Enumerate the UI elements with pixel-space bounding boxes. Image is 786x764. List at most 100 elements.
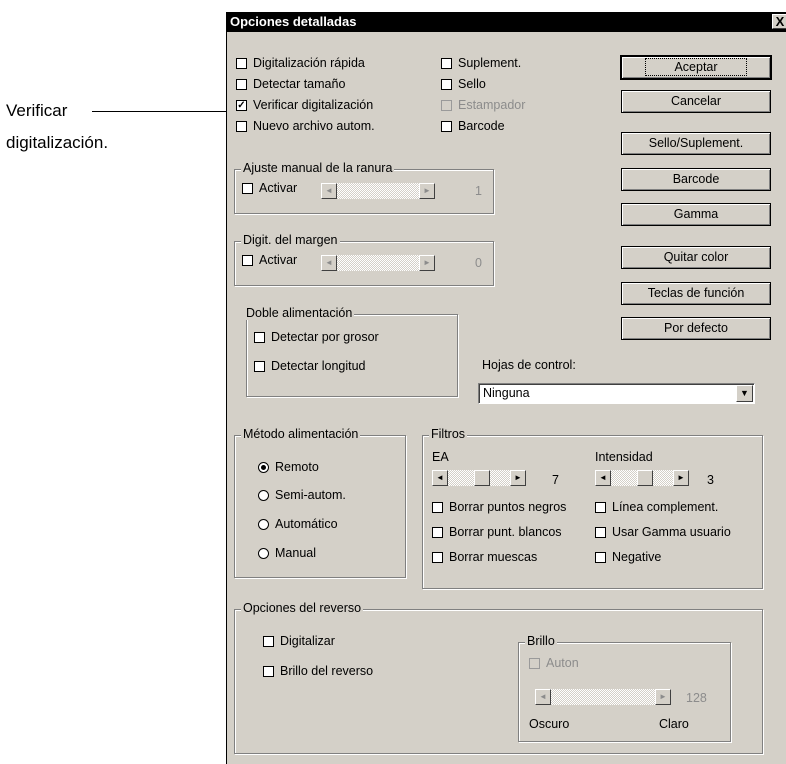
scroll-left-icon[interactable]: ◄ — [321, 183, 337, 199]
checkbox-box[interactable] — [236, 120, 247, 132]
reverse-brightness-checkbox[interactable]: Brillo del reverso — [263, 664, 373, 678]
scroll-left-icon[interactable]: ◄ — [432, 470, 448, 486]
slot-adjust-scrollbar[interactable]: ◄ ► — [321, 183, 435, 199]
scroll-right-icon[interactable]: ► — [510, 470, 526, 486]
checkbox-label: Detectar longitud — [271, 359, 366, 373]
radio-label: Automático — [275, 517, 338, 531]
reverse-scan-checkbox[interactable]: Digitalizar — [263, 634, 335, 648]
checkbox-box[interactable] — [595, 526, 606, 538]
scroll-track[interactable] — [448, 470, 510, 486]
gamma-button[interactable]: Gamma — [621, 203, 771, 226]
dialog-titlebar: Opciones detalladas X — [227, 12, 786, 32]
scroll-track[interactable] — [337, 183, 419, 199]
dark-label: Oscuro — [529, 717, 570, 731]
filters-group: Filtros EA ◄ ► 7 Intensidad ◄ ► 3 Borrar… — [422, 427, 763, 589]
checkbox-box[interactable] — [236, 99, 247, 111]
annotation-line2: digitalización. — [6, 133, 109, 152]
negative-checkbox[interactable]: Negative — [595, 550, 661, 564]
checkbox-box[interactable] — [254, 331, 265, 343]
checkbox-box[interactable] — [236, 78, 247, 90]
default-button[interactable]: Por defecto — [621, 317, 771, 340]
scroll-right-icon[interactable]: ► — [655, 689, 671, 705]
checkbox-label: Línea complement. — [612, 500, 719, 514]
group-label: Método alimentación — [241, 427, 361, 441]
checkbox-new-file-auto[interactable]: Nuevo archivo autom. — [236, 119, 375, 133]
checkbox-box[interactable] — [432, 526, 443, 538]
radio-button[interactable] — [258, 489, 269, 501]
scroll-left-icon[interactable]: ◄ — [595, 470, 611, 486]
checkbox-box[interactable] — [595, 551, 606, 563]
chevron-down-icon[interactable]: ▼ — [736, 385, 753, 402]
checkbox-box[interactable] — [242, 254, 253, 266]
checkbox-fast-scan[interactable]: Digitalización rápida — [236, 56, 365, 70]
radio-automatic[interactable]: Automático — [258, 517, 338, 531]
erase-black-dots-checkbox[interactable]: Borrar puntos negros — [432, 500, 566, 514]
slot-adjust-enable-checkbox[interactable]: Activar — [242, 181, 297, 195]
radio-button[interactable] — [258, 518, 269, 530]
checkbox-detect-size[interactable]: Detectar tamaño — [236, 77, 345, 91]
accept-button[interactable]: Aceptar — [620, 55, 772, 80]
checkbox-barcode[interactable]: Barcode — [441, 119, 505, 133]
checkbox-box[interactable] — [441, 57, 452, 69]
checkbox-box[interactable] — [441, 120, 452, 132]
close-button[interactable]: X — [772, 14, 786, 29]
cancel-button[interactable]: Cancelar — [621, 90, 771, 113]
checkbox-box[interactable] — [263, 665, 274, 677]
erase-notches-checkbox[interactable]: Borrar muescas — [432, 550, 537, 564]
checkbox-label: Brillo del reverso — [280, 664, 374, 678]
scroll-thumb[interactable] — [637, 470, 653, 486]
checkbox-label: Borrar puntos negros — [449, 500, 567, 514]
checkbox-label: Detectar por grosor — [271, 330, 379, 344]
ea-scrollbar[interactable]: ◄ ► — [432, 470, 526, 486]
radio-manual[interactable]: Manual — [258, 546, 316, 560]
scroll-track[interactable] — [337, 255, 419, 271]
feed-method-group: Método alimentación Remoto Semi-autom. A… — [234, 427, 406, 578]
detect-length-checkbox[interactable]: Detectar longitud — [254, 359, 366, 373]
checkbox-label: Nuevo archivo autom. — [253, 119, 375, 133]
scroll-right-icon[interactable]: ► — [673, 470, 689, 486]
intensity-scrollbar[interactable]: ◄ ► — [595, 470, 689, 486]
checkbox-box[interactable] — [432, 501, 443, 513]
reverse-options-group: Opciones del reverso Digitalizar Brillo … — [234, 601, 763, 754]
checkbox-label: Detectar tamaño — [253, 77, 346, 91]
function-keys-button[interactable]: Teclas de función — [621, 282, 771, 305]
brightness-scrollbar[interactable]: ◄ ► — [535, 689, 671, 705]
radio-button[interactable] — [258, 461, 269, 473]
scroll-track[interactable] — [551, 689, 655, 705]
checkbox-stamp[interactable]: Sello — [441, 77, 486, 91]
checkbox-label: Estampador — [458, 98, 526, 112]
checkbox-box[interactable] — [242, 182, 253, 194]
checkbox-verify-scan[interactable]: Verificar digitalización — [236, 98, 373, 112]
checkbox-label: Verificar digitalización — [253, 98, 374, 112]
scroll-right-icon[interactable]: ► — [419, 183, 435, 199]
detect-thickness-checkbox[interactable]: Detectar por grosor — [254, 330, 379, 344]
checkbox-box[interactable] — [432, 551, 443, 563]
erase-white-dots-checkbox[interactable]: Borrar punt. blancos — [432, 525, 562, 539]
checkbox-label: Borrar punt. blancos — [449, 525, 562, 539]
slot-adjust-value: 1 — [475, 184, 482, 198]
checkbox-box[interactable] — [595, 501, 606, 513]
control-sheets-select[interactable]: Ninguna ▼ — [478, 383, 755, 404]
radio-button[interactable] — [258, 547, 269, 559]
radio-remote[interactable]: Remoto — [258, 460, 319, 474]
scroll-thumb[interactable] — [474, 470, 490, 486]
line-complement-checkbox[interactable]: Línea complement. — [595, 500, 718, 514]
margin-enable-checkbox[interactable]: Activar — [242, 253, 297, 267]
scroll-right-icon[interactable]: ► — [419, 255, 435, 271]
checkbox-box[interactable] — [254, 360, 265, 372]
light-label: Claro — [659, 717, 689, 731]
ea-value: 7 — [552, 473, 559, 487]
radio-semi-auto[interactable]: Semi-autom. — [258, 488, 346, 502]
margin-scrollbar[interactable]: ◄ ► — [321, 255, 435, 271]
checkbox-box[interactable] — [236, 57, 247, 69]
checkbox-box[interactable] — [263, 635, 274, 647]
user-gamma-checkbox[interactable]: Usar Gamma usuario — [595, 525, 731, 539]
scroll-left-icon[interactable]: ◄ — [535, 689, 551, 705]
stamp-supplement-button[interactable]: Sello/Suplement. — [621, 132, 771, 155]
dropout-color-button[interactable]: Quitar color — [621, 246, 771, 269]
checkbox-supplement[interactable]: Suplement. — [441, 56, 521, 70]
scroll-track[interactable] — [611, 470, 673, 486]
checkbox-box[interactable] — [441, 78, 452, 90]
scroll-left-icon[interactable]: ◄ — [321, 255, 337, 271]
barcode-button[interactable]: Barcode — [621, 168, 771, 191]
